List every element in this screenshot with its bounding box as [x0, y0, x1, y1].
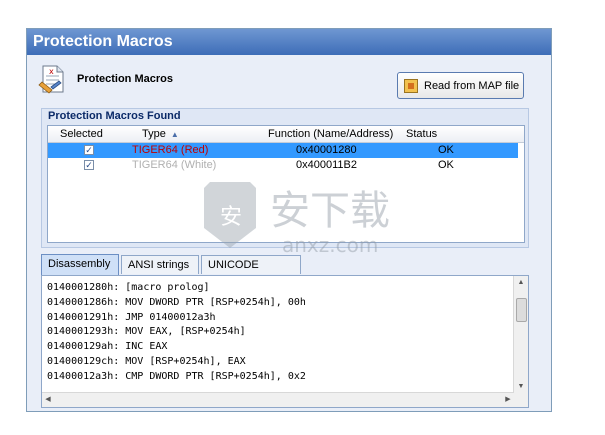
- row-type: TIGER64 (Red): [132, 144, 209, 156]
- code-line: 0140001291h: JMP 01400012a3h: [47, 311, 216, 323]
- vertical-scrollbar[interactable]: ▲ ▼: [513, 276, 528, 393]
- macros-list[interactable]: Selected Type ▲ Function (Name/Address) S…: [47, 125, 525, 243]
- row-checkbox[interactable]: ✓: [84, 145, 94, 155]
- column-header-selected[interactable]: Selected: [60, 128, 103, 140]
- tab-ansi-strings[interactable]: ANSI strings: [121, 255, 199, 274]
- code-line: 0140001280h: [macro prolog]: [47, 282, 210, 293]
- code-line: 01400012a3h: CMP DWORD PTR [RSP+0254h], …: [47, 370, 306, 382]
- table-row[interactable]: ✓ TIGER64 (White) 0x400011B2 OK: [48, 158, 518, 173]
- sort-ascending-icon: ▲: [170, 130, 179, 139]
- row-status: OK: [438, 144, 454, 156]
- header-title: Protection Macros: [77, 73, 173, 85]
- scroll-up-icon[interactable]: ▲: [514, 276, 528, 289]
- scroll-left-icon[interactable]: ◀: [42, 393, 54, 407]
- tab-unicode-strings[interactable]: UNICODE strings: [201, 255, 301, 289]
- read-from-map-file-label: Read from MAP file: [424, 79, 520, 92]
- code-line: 0140001286h: MOV DWORD PTR [RSP+0254h], …: [47, 296, 306, 308]
- group-title: Protection Macros Found: [48, 110, 181, 122]
- list-header: Selected Type ▲ Function (Name/Address) S…: [48, 126, 524, 143]
- map-file-icon: [404, 78, 418, 93]
- tab-disassembly[interactable]: Disassembly: [41, 254, 119, 275]
- scroll-corner: [514, 393, 528, 407]
- protection-macros-panel: Protection Macros x Protection Macros Re…: [26, 28, 552, 412]
- scroll-right-icon[interactable]: ▶: [502, 393, 514, 407]
- column-header-function[interactable]: Function (Name/Address): [268, 128, 393, 140]
- row-type: TIGER64 (White): [132, 159, 217, 171]
- row-checkbox[interactable]: ✓: [84, 160, 94, 170]
- horizontal-scrollbar[interactable]: ◀ ▶: [42, 392, 514, 407]
- column-header-type-label: Type: [142, 128, 166, 140]
- row-status: OK: [438, 159, 454, 171]
- column-header-status[interactable]: Status: [406, 128, 437, 140]
- disassembly-text: 0140001280h: [macro prolog] 0140001286h: …: [47, 281, 306, 385]
- macro-document-icon: x: [38, 65, 64, 94]
- table-row[interactable]: ✓ TIGER64 (Red) 0x40001280 OK: [48, 143, 518, 158]
- code-line: 014000129ch: MOV [RSP+0254h], EAX: [47, 355, 246, 367]
- row-address: 0x400011B2: [296, 159, 357, 171]
- scroll-thumb[interactable]: [516, 298, 527, 322]
- disassembly-view[interactable]: 0140001280h: [macro prolog] 0140001286h: …: [41, 275, 529, 408]
- code-line: 014000129ah: INC EAX: [47, 341, 168, 353]
- scroll-down-icon[interactable]: ▼: [514, 380, 528, 393]
- row-address: 0x40001280: [296, 144, 357, 156]
- protection-macros-found-group: Protection Macros Found Selected Type ▲ F…: [41, 108, 529, 248]
- column-header-type[interactable]: Type ▲: [142, 128, 179, 140]
- svg-text:x: x: [49, 67, 54, 76]
- read-from-map-file-button[interactable]: Read from MAP file: [397, 72, 524, 99]
- panel-title: Protection Macros: [27, 29, 551, 55]
- code-line: 0140001293h: MOV EAX, [RSP+0254h]: [47, 326, 246, 338]
